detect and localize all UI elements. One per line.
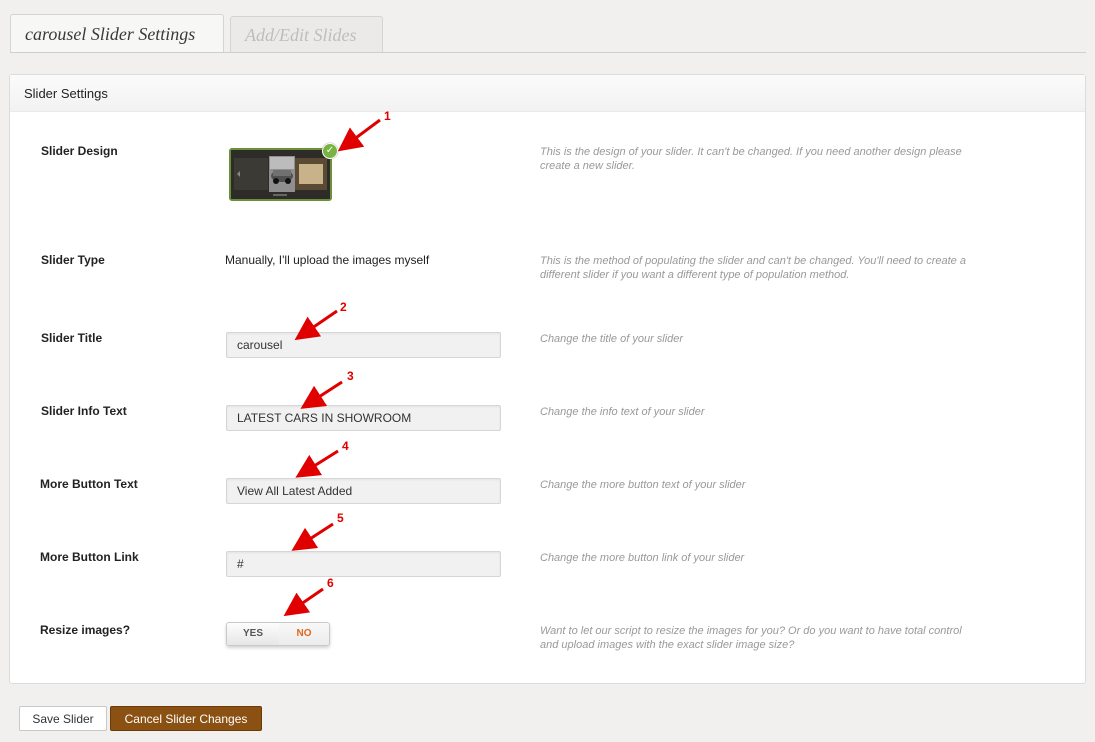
annotation-number-6: 6 [327, 576, 334, 590]
panel-title: Slider Settings [10, 75, 1085, 112]
slider-title-label: Slider Title [41, 331, 103, 345]
slider-title-description: Change the title of your slider [540, 333, 684, 345]
resize-images-toggle[interactable]: YES NO [226, 622, 330, 646]
tab-add-edit-slides[interactable]: Add/Edit Slides [230, 16, 383, 52]
annotation-number-2: 2 [340, 300, 347, 314]
slider-info-text-label: Slider Info Text [41, 404, 127, 418]
more-button-link-description: Change the more button link of your slid… [540, 552, 745, 564]
more-button-text-label: More Button Text [40, 477, 138, 491]
annotation-number-1: 1 [384, 109, 391, 123]
slider-info-text-input[interactable] [226, 405, 501, 431]
toggle-yes-option[interactable]: YES [227, 623, 280, 645]
more-button-link-input[interactable] [226, 551, 501, 577]
slider-info-text-description: Change the info text of your slider [540, 406, 705, 418]
slider-type-value: Manually, I'll upload the images myself [225, 253, 430, 267]
slider-type-label: Slider Type [41, 253, 105, 267]
cancel-slider-changes-button[interactable]: Cancel Slider Changes [110, 706, 262, 731]
carousel-preview-image [231, 150, 330, 199]
slider-title-input[interactable] [226, 332, 501, 358]
tab-slider-settings[interactable]: carousel Slider Settings [10, 14, 224, 52]
slider-design-description: This is the design of your slider. It ca… [540, 146, 962, 172]
check-icon: ✓ [322, 143, 338, 159]
slider-design-thumbnail[interactable] [229, 148, 332, 201]
slider-type-description: This is the method of populating the sli… [540, 255, 966, 281]
toggle-no-option[interactable]: NO [279, 623, 329, 645]
more-button-link-label: More Button Link [40, 550, 139, 564]
tab-divider [10, 52, 1086, 53]
resize-images-label: Resize images? [40, 623, 131, 637]
more-button-text-description: Change the more button text of your slid… [540, 479, 746, 491]
save-slider-button[interactable]: Save Slider [19, 706, 107, 731]
resize-images-description: Want to let our script to resize the ima… [540, 625, 962, 651]
annotation-number-5: 5 [337, 511, 344, 525]
annotation-number-3: 3 [347, 369, 354, 383]
more-button-text-input[interactable] [226, 478, 501, 504]
slider-design-label: Slider Design [41, 144, 118, 158]
slider-settings-panel: Slider Settings Slider Design ✓ This is … [9, 74, 1086, 684]
annotation-number-4: 4 [342, 439, 349, 453]
